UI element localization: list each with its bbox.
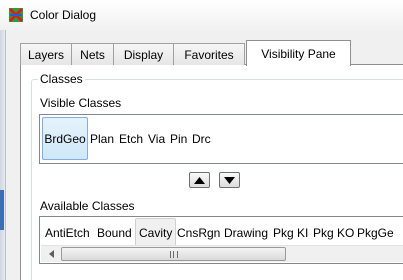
list-item-label: BrdGeo [44,131,86,146]
scroll-grip-icon [169,250,178,258]
window-title: Color Dialog [30,8,97,22]
visible-class-etch[interactable]: Etch [119,117,143,160]
list-item-label: Cavity [139,225,173,240]
list-item-label: Bound [97,226,132,240]
list-item-label: Pkg KI [273,226,309,240]
left-dock-edge [0,30,6,280]
list-item-label: Pin [170,131,188,146]
horizontal-scroll-thumb[interactable] [61,247,286,261]
triangle-up-icon [194,176,205,184]
available-class-drawing[interactable]: Drawing [224,218,268,248]
list-item-label: Drc [192,131,211,146]
available-class-cavity[interactable]: Cavity [135,218,177,247]
visible-class-pin[interactable]: Pin [170,117,187,160]
classes-group-legend: Classes [38,72,85,86]
list-item-label: CnsRgn [177,226,221,240]
color-dialog-app-icon [8,7,24,23]
color-dialog-window: Color Dialog Layers Nets Display Favorit… [0,0,403,280]
list-item-label: Pkg KO [313,226,355,240]
tab-nets[interactable]: Nets [71,43,114,65]
scroll-left-button[interactable] [43,246,60,262]
available-class-pkggeo[interactable]: PkgGe [357,218,394,248]
visible-classes-list[interactable]: BrdGeo Plan Etch Via Pin Drc [39,114,403,164]
dock-edge-accent [0,190,4,230]
visible-class-via[interactable]: Via [148,117,165,160]
title-bar[interactable]: Color Dialog [0,0,403,30]
list-item-label: Via [148,131,166,146]
visible-classes-label: Visible Classes [40,96,122,110]
move-down-button[interactable] [219,172,240,188]
tab-favorites-label: Favorites [184,47,234,62]
available-class-bound[interactable]: Bound [97,218,132,248]
visible-class-brdgeo[interactable]: BrdGeo [42,117,88,160]
tab-visibility-pane-label: Visibility Pane [261,46,336,61]
available-class-pkg-ko[interactable]: Pkg KO [313,218,354,248]
tab-display[interactable]: Display [113,43,174,65]
tab-nets-label: Nets [80,47,105,62]
available-class-antietch[interactable]: AntiEtch [45,218,90,248]
list-item-label: Etch [119,131,144,146]
tab-layers[interactable]: Layers [20,43,72,65]
move-up-button[interactable] [189,172,210,188]
list-item-label: AntiEtch [45,226,90,240]
visible-class-plan[interactable]: Plan [90,117,114,160]
available-classes-horizontal-scrollbar[interactable] [41,245,403,262]
triangle-down-icon [224,176,235,184]
available-class-pkg-ki[interactable]: Pkg KI [273,218,308,248]
tab-favorites[interactable]: Favorites [173,43,245,65]
list-item-label: PkgGe [357,226,394,240]
visible-class-drc[interactable]: Drc [192,117,211,160]
list-item-label: Plan [90,131,115,146]
available-classes-label: Available Classes [40,199,135,213]
tab-display-label: Display [123,47,164,62]
scroll-left-arrow-icon [49,250,54,258]
available-class-cnsrgn[interactable]: CnsRgn [177,218,220,248]
list-item-label: Drawing [224,226,269,240]
tab-layers-label: Layers [27,47,65,62]
tab-visibility-pane[interactable]: Visibility Pane [246,40,351,66]
